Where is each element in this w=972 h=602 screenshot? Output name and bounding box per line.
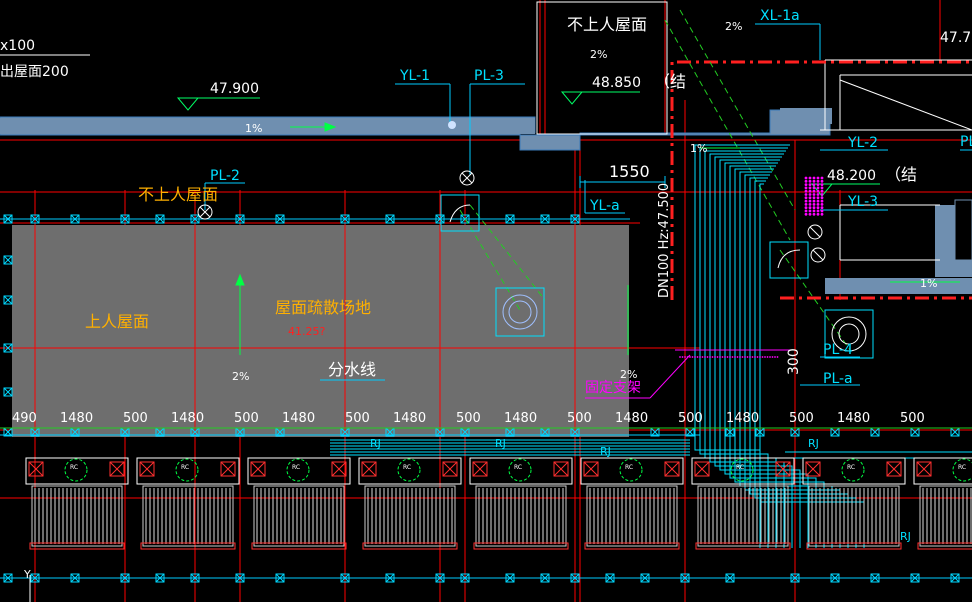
dimension-value: 1480 <box>615 411 648 426</box>
roof-note-1: x100 <box>0 38 35 54</box>
ucs-icon: Y <box>23 568 31 602</box>
elevation-47900: 47.900 <box>210 81 259 97</box>
equipment-label: RC <box>514 464 522 471</box>
dimension-value: 500 <box>567 411 592 426</box>
slope-2: 1% <box>690 142 707 155</box>
dimension-value: 1480 <box>171 411 204 426</box>
label-yl1: YL-1 <box>399 68 430 84</box>
equipment-label: RC <box>403 464 411 471</box>
text-structure-1: （结 <box>654 72 686 91</box>
label-xl1a: XL-1a <box>760 8 800 24</box>
rj-label: RJ <box>600 445 611 458</box>
slope-4: 2% <box>590 48 607 61</box>
label-pla: PL-a <box>823 371 853 387</box>
equipment-label: RC <box>70 464 78 471</box>
equipment-label: RC <box>292 464 300 471</box>
equipment-label: RC <box>625 464 633 471</box>
dimension-value: 490 <box>12 411 37 426</box>
dim-300: 300 <box>786 348 802 375</box>
slope-1: 1% <box>245 122 262 135</box>
equipment-label: RC <box>847 464 855 471</box>
dimension-value: 500 <box>456 411 481 426</box>
rj-label: RJ <box>370 437 381 450</box>
rj-label: RJ <box>495 437 506 450</box>
label-pl4: PL-4 <box>823 342 853 358</box>
text-no-access-roof-left: 不上人屋面 <box>138 185 218 204</box>
magenta-dots <box>679 176 824 358</box>
slope-3: 1% <box>920 277 937 290</box>
text-no-access-roof-top: 不上人屋面 <box>567 15 647 34</box>
slope-7: 2% <box>620 368 637 381</box>
equipment-label: RC <box>181 464 189 471</box>
cad-drawing-canvas[interactable]: RC RC RC RC RC RC RC RC RC RJ RJ RJ RJ RJ <box>0 0 972 602</box>
svg-text:Y: Y <box>23 568 31 581</box>
label-yla: YL-a <box>589 198 620 214</box>
elevation-48850: 48.850 <box>592 75 641 91</box>
dimension-value: 500 <box>234 411 259 426</box>
text-structure-2: （结 <box>885 165 917 184</box>
text-evacuation-area: 屋面疏散场地 <box>275 298 371 317</box>
elevation-477: 47.7 <box>940 30 971 46</box>
text-access-roof: 上人屋面 <box>85 312 149 331</box>
elevation-4125: 41.25? <box>288 325 325 338</box>
equipment-label: RC <box>736 464 744 471</box>
dimension-value: 500 <box>123 411 148 426</box>
text-water-divide: 分水线 <box>328 360 376 379</box>
dimension-value: 1480 <box>60 411 93 426</box>
dimension-value: 1480 <box>504 411 537 426</box>
label-pl-right: PL <box>960 134 972 150</box>
dimension-value: 1480 <box>282 411 315 426</box>
roof-note-2: 出屋面200 <box>0 64 69 80</box>
equipment-label: RC <box>958 464 966 471</box>
text-dn100: DN100 Hz:47.500 <box>657 183 672 298</box>
dimension-value: 1480 <box>837 411 870 426</box>
dimension-value: 500 <box>345 411 370 426</box>
dimension-value: 500 <box>678 411 703 426</box>
text-support-rack: 固定支架 <box>585 380 641 396</box>
roof-plan-drawing[interactable]: RC RC RC RC RC RC RC RC RC RJ RJ RJ RJ RJ x1… <box>0 0 972 602</box>
rj-label: RJ <box>808 437 819 450</box>
label-yl2: YL-2 <box>847 135 878 151</box>
dimension-value: 1480 <box>393 411 426 426</box>
elevation-48200: 48.200 <box>827 168 876 184</box>
label-pl2: PL-2 <box>210 168 240 184</box>
dimension-value: 500 <box>789 411 814 426</box>
slope-5: 2% <box>725 20 742 33</box>
dimension-value: 500 <box>900 411 925 426</box>
label-pl3: PL-3 <box>474 68 504 84</box>
equipment-row: RC RC RC RC RC RC RC RC RC RJ RJ RJ RJ RJ <box>25 437 972 550</box>
label-yl3: YL-3 <box>847 194 878 210</box>
dim-1550: 1550 <box>609 162 650 181</box>
dimension-value: 1480 <box>726 411 759 426</box>
rj-label: RJ <box>900 530 911 543</box>
slope-6: 2% <box>232 370 249 383</box>
